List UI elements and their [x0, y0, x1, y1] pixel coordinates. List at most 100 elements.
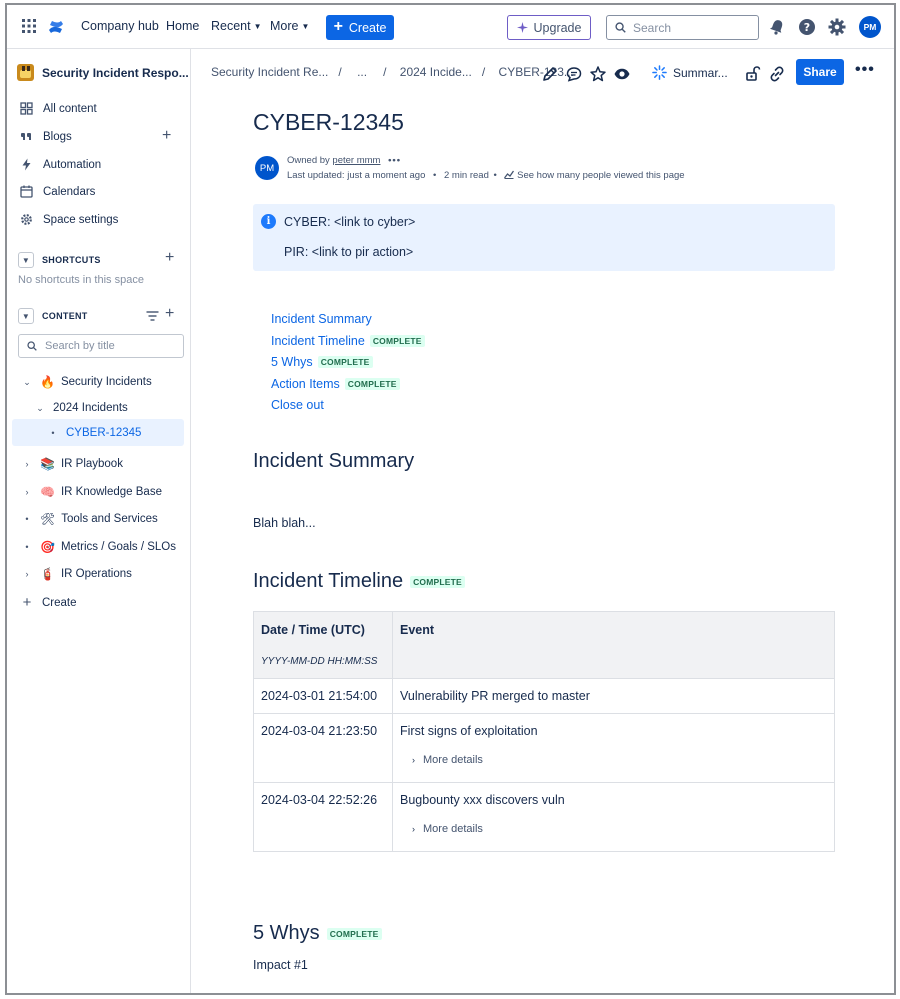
- incident-summary-text: Blah blah...: [253, 516, 316, 530]
- tree-item-label: Metrics / Goals / SLOs: [60, 541, 176, 553]
- search-by-title-placeholder: Search by title: [45, 340, 115, 352]
- owner-more-icon[interactable]: •••: [388, 155, 401, 166]
- toc-link[interactable]: 5 Whys: [271, 355, 313, 369]
- add-blog-plus-icon[interactable]: +: [162, 127, 171, 145]
- breadcrumb-item-ellipsis[interactable]: ...: [357, 65, 367, 79]
- more-details-label: More details: [423, 823, 483, 835]
- home-link[interactable]: Home: [166, 19, 199, 33]
- add-content-plus-icon[interactable]: +: [165, 305, 174, 323]
- toc-item-5-whys[interactable]: 5 Whys COMPLETE: [271, 355, 373, 369]
- confluence-logo-icon[interactable]: [47, 17, 65, 37]
- more-label: More: [270, 19, 299, 33]
- chevron-right-icon[interactable]: ›: [20, 569, 34, 579]
- sidebar-item-label: Calendars: [43, 185, 96, 198]
- tree-item-ir-knowledge-base[interactable]: › 🧠 IR Knowledge Base: [20, 485, 162, 499]
- incident-summary-heading: Incident Summary: [253, 450, 414, 473]
- content-label: CONTENT: [42, 311, 88, 321]
- sidebar-item-all-content[interactable]: All content: [20, 102, 97, 115]
- sidebar-item-label: Automation: [43, 158, 102, 171]
- tree-item-security-incidents[interactable]: ⌄ 🔥 Security Incidents: [20, 375, 152, 389]
- gear-icon: [21, 214, 32, 225]
- star-icon[interactable]: [589, 65, 607, 83]
- toc-link[interactable]: Action Items: [271, 377, 340, 391]
- table-cell-time: 2024-03-04 22:52:26: [253, 782, 393, 852]
- toc-item-incident-summary[interactable]: Incident Summary: [271, 312, 372, 326]
- column-header-datetime: Date / Time (UTC): [261, 623, 365, 637]
- notifications-icon[interactable]: [767, 17, 787, 37]
- more-menu[interactable]: More ▼: [270, 19, 309, 33]
- author-avatar[interactable]: PM: [255, 156, 279, 180]
- chevron-down-icon[interactable]: ▼: [18, 308, 34, 324]
- user-avatar[interactable]: PM: [859, 16, 881, 38]
- toc-link[interactable]: Incident Summary: [271, 312, 372, 326]
- toc-link[interactable]: Close out: [271, 398, 324, 412]
- app-switcher-icon[interactable]: [21, 18, 37, 34]
- expand-more-details[interactable]: › More details: [412, 823, 827, 835]
- filter-icon[interactable]: [146, 310, 159, 322]
- page-views-link[interactable]: See how many people viewed this page: [517, 170, 684, 181]
- breadcrumb-item-space[interactable]: Security Incident Re...: [211, 65, 328, 79]
- table-cell-event: Bugbounty xxx discovers vuln › More deta…: [392, 782, 835, 852]
- no-shortcuts-text: No shortcuts in this space: [18, 274, 144, 286]
- help-icon[interactable]: ?: [797, 17, 817, 37]
- table-row: 2024-03-04 22:52:26 Bugbounty xxx discov…: [253, 782, 835, 852]
- breadcrumb-item-2024-incidents[interactable]: 2024 Incide...: [400, 65, 472, 79]
- status-lozenge: COMPLETE: [344, 378, 400, 390]
- tree-item-2024-incidents[interactable]: ⌄ 2024 Incidents: [33, 402, 128, 414]
- add-shortcut-plus-icon[interactable]: +: [165, 249, 174, 267]
- sidebar-item-blogs[interactable]: Blogs: [20, 130, 72, 143]
- upgrade-button[interactable]: Upgrade: [507, 15, 591, 40]
- unlock-restrictions-icon[interactable]: [744, 65, 762, 83]
- space-header[interactable]: Security Incident Respo...: [17, 64, 189, 81]
- company-hub-link[interactable]: Company hub: [81, 19, 159, 33]
- search-input[interactable]: Search: [606, 15, 759, 40]
- sidebar-create-item[interactable]: + Create: [20, 594, 77, 611]
- upgrade-label: Upgrade: [533, 20, 582, 35]
- page-meta-line: Last updated: just a moment ago • 2 min …: [287, 170, 685, 181]
- create-button[interactable]: + Create: [326, 15, 394, 40]
- recent-menu[interactable]: Recent ▼: [211, 19, 262, 33]
- edit-pencil-icon[interactable]: [541, 65, 559, 83]
- breadcrumb-item-current[interactable]: CYBER-123...: [499, 65, 574, 79]
- watch-eye-icon[interactable]: [613, 65, 631, 83]
- content-section-header[interactable]: ▼ CONTENT: [18, 308, 88, 324]
- sidebar-item-automation[interactable]: Automation: [20, 158, 101, 171]
- share-button[interactable]: Share: [796, 59, 844, 85]
- tree-item-ir-playbook[interactable]: › 📚 IR Playbook: [20, 457, 123, 471]
- chevron-right-icon[interactable]: ›: [20, 487, 34, 497]
- tree-item-metrics-goals-slos[interactable]: • 🎯 Metrics / Goals / SLOs: [20, 540, 176, 554]
- toc-link[interactable]: Incident Timeline: [271, 334, 365, 348]
- shortcuts-section-header[interactable]: ▼ SHORTCUTS: [18, 252, 101, 268]
- chevron-down-icon[interactable]: ⌄: [33, 403, 47, 414]
- expand-more-details[interactable]: › More details: [412, 754, 827, 766]
- toc-item-close-out[interactable]: Close out: [271, 398, 324, 412]
- summarize-button[interactable]: Summar...: [652, 65, 728, 80]
- status-lozenge: COMPLETE: [369, 335, 425, 347]
- search-by-title-input[interactable]: Search by title: [18, 334, 184, 358]
- tools-icon: 🛠: [40, 512, 56, 526]
- tree-item-tools-and-services[interactable]: • 🛠 Tools and Services: [20, 512, 158, 526]
- comment-icon[interactable]: [565, 65, 583, 83]
- chevron-down-icon[interactable]: ▼: [18, 252, 34, 268]
- sidebar-item-calendars[interactable]: Calendars: [20, 185, 95, 198]
- incident-timeline-table: Date / Time (UTC) YYYY-MM-DD HH:MM:SS Ev…: [253, 611, 835, 852]
- sidebar-item-label: Blogs: [43, 130, 72, 143]
- chevron-right-icon: ›: [412, 755, 415, 765]
- tree-item-ir-operations[interactable]: › 🧯 IR Operations: [20, 567, 132, 581]
- status-lozenge: COMPLETE: [317, 356, 373, 368]
- fire-extinguisher-icon: 🧯: [40, 567, 55, 581]
- settings-gear-icon[interactable]: [827, 17, 847, 37]
- toc-item-action-items[interactable]: Action Items COMPLETE: [271, 377, 400, 391]
- five-whys-heading: 5 Whys COMPLETE: [253, 922, 382, 945]
- toc-item-incident-timeline[interactable]: Incident Timeline COMPLETE: [271, 334, 425, 348]
- more-actions-icon[interactable]: •••: [855, 61, 875, 79]
- owner-link[interactable]: peter mmm: [332, 155, 380, 166]
- tree-item-cyber-12345[interactable]: • CYBER-12345: [46, 427, 141, 439]
- copy-link-icon[interactable]: [768, 65, 786, 83]
- chevron-down-icon[interactable]: ⌄: [20, 377, 34, 388]
- sidebar-item-space-settings[interactable]: Space settings: [20, 213, 118, 226]
- tree-item-label: 2024 Incidents: [53, 402, 128, 414]
- last-updated-text: Last updated: just a moment ago: [287, 170, 426, 181]
- chevron-right-icon[interactable]: ›: [20, 459, 34, 469]
- tree-item-label: Tools and Services: [61, 513, 158, 525]
